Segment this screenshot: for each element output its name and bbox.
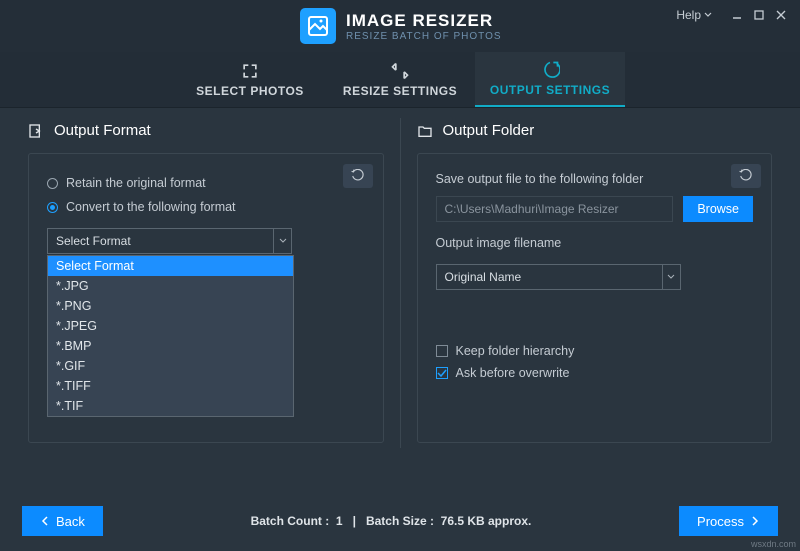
section-title: Output Format <box>54 122 151 139</box>
format-dropdown: Select Format *.JPG *.PNG *.JPEG *.BMP *… <box>47 255 294 417</box>
output-folder-column: Output Folder Save output file to the fo… <box>417 118 773 488</box>
chevron-down-icon <box>273 229 291 253</box>
folder-icon <box>417 123 433 139</box>
browse-button[interactable]: Browse <box>683 196 753 222</box>
output-format-column: Output Format Retain the original format… <box>28 118 384 488</box>
help-menu[interactable]: Help <box>676 8 712 22</box>
save-folder-label: Save output file to the following folder <box>436 172 754 186</box>
titlebar: IMAGE RESIZER RESIZE BATCH OF PHOTOS Hel… <box>0 0 800 52</box>
radio-icon <box>47 202 58 213</box>
chevron-left-icon <box>40 516 50 526</box>
dropdown-item[interactable]: *.TIFF <box>48 376 293 396</box>
radio-retain-format[interactable]: Retain the original format <box>47 176 365 190</box>
checkbox-label: Keep folder hierarchy <box>456 344 575 358</box>
output-path-input[interactable]: C:\Users\Madhuri\Image Resizer <box>436 196 674 222</box>
app-name: IMAGE RESIZER <box>346 11 502 31</box>
process-button[interactable]: Process <box>679 506 778 536</box>
radio-icon <box>47 178 58 189</box>
dropdown-item[interactable]: *.GIF <box>48 356 293 376</box>
output-folder-panel: Save output file to the following folder… <box>417 153 773 443</box>
column-divider <box>400 118 401 448</box>
back-label: Back <box>56 514 85 529</box>
chevron-down-icon <box>662 265 680 289</box>
dropdown-item[interactable]: *.JPEG <box>48 316 293 336</box>
checkbox-label: Ask before overwrite <box>456 366 570 380</box>
chevron-right-icon <box>750 516 760 526</box>
select-value: Select Format <box>56 234 131 248</box>
format-select[interactable]: Select Format Select Format *.JPG *.PNG … <box>47 228 292 254</box>
tab-bar: SELECT PHOTOS RESIZE SETTINGS OUTPUT SET… <box>0 52 800 108</box>
dropdown-item[interactable]: *.BMP <box>48 336 293 356</box>
select-value: Original Name <box>445 270 522 284</box>
dropdown-item[interactable]: *.PNG <box>48 296 293 316</box>
dropdown-item[interactable]: *.TIF <box>48 396 293 416</box>
tab-label: SELECT PHOTOS <box>196 84 304 98</box>
filename-label: Output image filename <box>436 236 754 250</box>
minimize-button[interactable] <box>726 6 748 24</box>
export-icon <box>28 123 44 139</box>
undo-icon <box>739 169 753 183</box>
reset-folder-button[interactable] <box>731 164 761 188</box>
dropdown-item[interactable]: *.JPG <box>48 276 293 296</box>
chevron-down-icon <box>704 11 712 19</box>
tab-resize-settings[interactable]: RESIZE SETTINGS <box>325 52 475 107</box>
tab-output-settings[interactable]: OUTPUT SETTINGS <box>475 52 625 107</box>
watermark: wsxdn.com <box>751 539 796 549</box>
radio-convert-format[interactable]: Convert to the following format <box>47 200 365 214</box>
process-label: Process <box>697 514 744 529</box>
footer: Back Batch Count : 1 | Batch Size : 76.5… <box>0 491 800 551</box>
output-icon <box>540 60 560 80</box>
tab-label: RESIZE SETTINGS <box>343 84 457 98</box>
section-title: Output Folder <box>443 122 535 139</box>
undo-icon <box>351 169 365 183</box>
tab-select-photos[interactable]: SELECT PHOTOS <box>175 52 325 107</box>
radio-label: Retain the original format <box>66 176 206 190</box>
radio-label: Convert to the following format <box>66 200 236 214</box>
close-button[interactable] <box>770 6 792 24</box>
expand-icon <box>240 61 260 81</box>
tab-label: OUTPUT SETTINGS <box>490 83 610 97</box>
app-subtitle: RESIZE BATCH OF PHOTOS <box>346 31 502 42</box>
reset-format-button[interactable] <box>343 164 373 188</box>
output-format-panel: Retain the original format Convert to th… <box>28 153 384 443</box>
dropdown-item[interactable]: Select Format <box>48 256 293 276</box>
help-label: Help <box>676 8 701 22</box>
back-button[interactable]: Back <box>22 506 103 536</box>
maximize-button[interactable] <box>748 6 770 24</box>
resize-icon <box>390 61 410 81</box>
filename-select[interactable]: Original Name <box>436 264 681 290</box>
checkbox-icon <box>436 367 448 379</box>
check-ask-overwrite[interactable]: Ask before overwrite <box>436 366 754 380</box>
app-logo <box>300 8 336 44</box>
check-keep-hierarchy[interactable]: Keep folder hierarchy <box>436 344 754 358</box>
batch-info: Batch Count : 1 | Batch Size : 76.5 KB a… <box>251 514 532 528</box>
checkbox-icon <box>436 345 448 357</box>
